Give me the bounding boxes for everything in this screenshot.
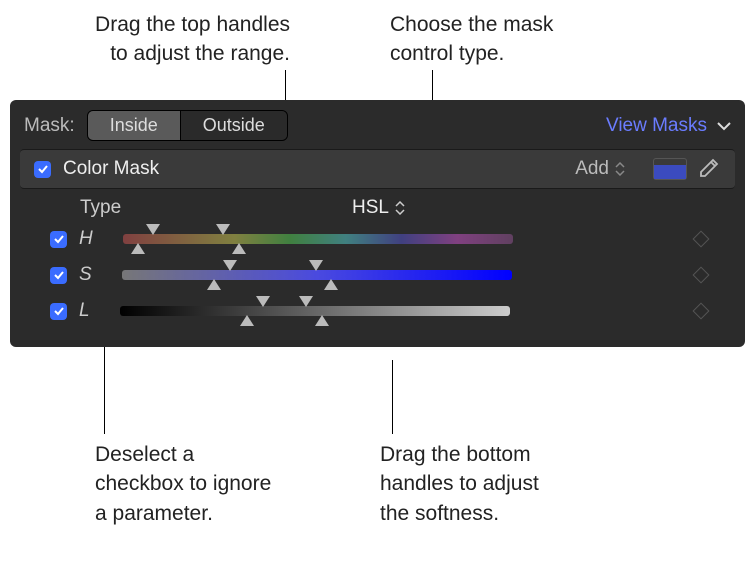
- color-mask-panel: Mask: Inside Outside View Masks Color Ma…: [10, 100, 745, 347]
- l-bot-handle-1[interactable]: [240, 315, 254, 326]
- s-label: S: [79, 264, 92, 286]
- l-keyframe-diamond[interactable]: [693, 303, 710, 320]
- h-label: H: [79, 228, 93, 250]
- leader-line: [392, 360, 393, 434]
- eyedropper-icon[interactable]: [695, 156, 721, 182]
- callout-checkbox: Deselect acheckbox to ignorea parameter.: [95, 440, 315, 528]
- h-slider[interactable]: [123, 234, 513, 244]
- s-slider[interactable]: [122, 270, 512, 280]
- l-checkbox[interactable]: [50, 303, 67, 320]
- callout-mask-type: Choose the maskcontrol type.: [390, 10, 610, 69]
- h-checkbox[interactable]: [50, 231, 67, 248]
- callout-top-handles: Drag the top handlesto adjust the range.: [70, 10, 290, 69]
- add-label: Add: [575, 158, 609, 180]
- s-top-handle-1[interactable]: [223, 260, 237, 271]
- color-mask-section-header: Color Mask Add: [20, 149, 735, 189]
- add-mask-dropdown[interactable]: Add: [575, 158, 625, 180]
- param-row-s: S: [10, 257, 745, 293]
- type-row: Type HSL: [10, 189, 745, 221]
- l-slider[interactable]: [120, 306, 510, 316]
- mask-mode-segmented: Inside Outside: [87, 110, 288, 141]
- l-label: L: [79, 300, 90, 322]
- h-bot-handle-1[interactable]: [131, 243, 145, 254]
- color-mask-title: Color Mask: [63, 158, 159, 180]
- chevron-down-icon: [717, 121, 731, 131]
- panel-header: Mask: Inside Outside View Masks: [10, 100, 745, 149]
- h-keyframe-diamond[interactable]: [693, 231, 710, 248]
- mask-type-value: HSL: [352, 197, 389, 219]
- l-top-handle-1[interactable]: [256, 296, 270, 307]
- color-swatch: [654, 165, 686, 179]
- mask-label: Mask:: [24, 115, 75, 137]
- l-bot-handle-2[interactable]: [315, 315, 329, 326]
- leader-line: [104, 346, 105, 434]
- callout-bottom-handles: Drag the bottomhandles to adjustthe soft…: [380, 440, 600, 528]
- param-row-l: L: [10, 293, 745, 329]
- l-top-handle-2[interactable]: [299, 296, 313, 307]
- mask-outside-button[interactable]: Outside: [181, 111, 287, 140]
- h-top-handle-1[interactable]: [146, 224, 160, 235]
- s-checkbox[interactable]: [50, 267, 67, 284]
- color-mask-checkbox[interactable]: [34, 161, 51, 178]
- s-bot-handle-1[interactable]: [207, 279, 221, 290]
- view-masks-dropdown[interactable]: View Masks: [606, 115, 731, 137]
- s-keyframe-diamond[interactable]: [693, 267, 710, 284]
- mask-inside-button[interactable]: Inside: [88, 111, 181, 140]
- view-masks-label: View Masks: [606, 115, 707, 137]
- color-well[interactable]: [653, 158, 687, 180]
- param-row-h: H: [10, 221, 745, 257]
- h-top-handle-2[interactable]: [216, 224, 230, 235]
- type-label: Type: [80, 197, 121, 219]
- h-bot-handle-2[interactable]: [232, 243, 246, 254]
- mask-type-dropdown[interactable]: HSL: [352, 197, 405, 219]
- s-top-handle-2[interactable]: [309, 260, 323, 271]
- s-bot-handle-2[interactable]: [324, 279, 338, 290]
